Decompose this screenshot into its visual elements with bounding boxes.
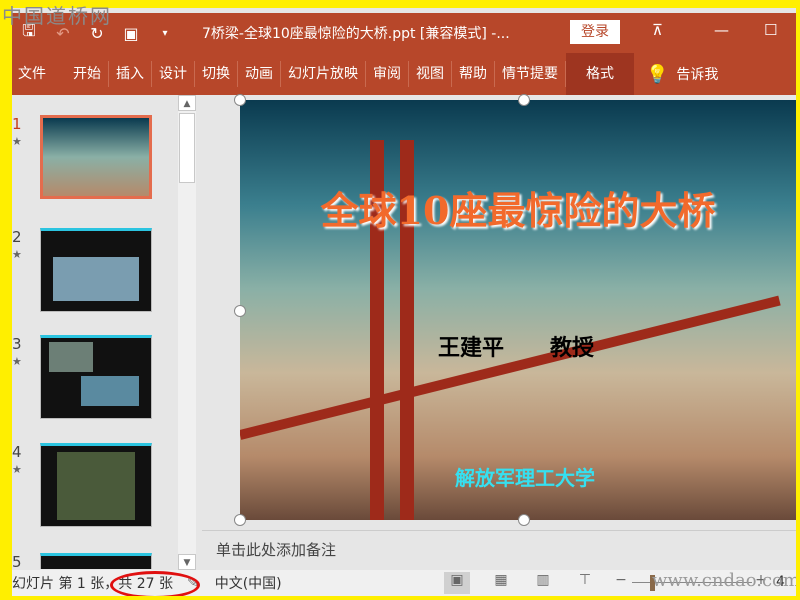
window-title: 7桥梁-全球10座最惊险的大桥.ppt [兼容模式] -... bbox=[202, 26, 510, 42]
star-icon: ★ bbox=[12, 463, 22, 476]
slide-thumbnail bbox=[40, 553, 152, 569]
zoom-out-icon[interactable]: − bbox=[608, 572, 634, 594]
resize-handle[interactable] bbox=[234, 94, 246, 106]
watermark-url: www.cndao.com bbox=[652, 570, 796, 591]
slide-number: 2 bbox=[12, 228, 22, 246]
slide-number: 4 bbox=[12, 443, 22, 461]
tab-storyboard[interactable]: 情节提要 bbox=[495, 61, 566, 87]
slide-number: 3 bbox=[12, 335, 22, 353]
powerpoint-window: 🖫 ↶ ↻ ▣ ▾ 7桥梁-全球10座最惊险的大桥.ppt [兼容模式] -..… bbox=[12, 8, 796, 596]
ribbon-display-icon[interactable]: ⊼ bbox=[652, 21, 663, 39]
status-bar: 幻灯片 第 1 张，共 27 张 ✎ 中文(中国) ▣ ▦ ▥ ⊤ − + 4 … bbox=[12, 570, 796, 596]
slide-thumbnail bbox=[40, 115, 152, 199]
normal-view-icon[interactable]: ▣ bbox=[444, 572, 470, 594]
title-bar: 🖫 ↶ ↻ ▣ ▾ 7桥梁-全球10座最惊险的大桥.ppt [兼容模式] -..… bbox=[12, 13, 796, 53]
slide-author[interactable]: 王建平 bbox=[438, 330, 504, 362]
slide-canvas[interactable]: 全球10座最惊险的大桥 王建平 教授 解放军理工大学 bbox=[240, 100, 796, 520]
tab-file[interactable]: 文件 bbox=[12, 61, 66, 87]
notes-pane[interactable]: 单击此处添加备注 bbox=[202, 530, 796, 570]
tab-animations[interactable]: 动画 bbox=[238, 61, 281, 87]
tab-home[interactable]: 开始 bbox=[66, 61, 109, 87]
ribbon-tabs: 文件 开始 插入 设计 切换 动画 幻灯片放映 审阅 视图 帮助 情节提要 格式… bbox=[12, 53, 796, 95]
slide-organization[interactable]: 解放军理工大学 bbox=[455, 462, 595, 491]
watermark: 中国道桥网 bbox=[2, 4, 112, 28]
minimize-icon[interactable]: — bbox=[714, 21, 729, 39]
scrollbar-thumb[interactable] bbox=[179, 113, 195, 183]
slide-number: 5 bbox=[12, 553, 22, 571]
reading-view-icon[interactable]: ▥ bbox=[530, 572, 556, 594]
resize-handle[interactable] bbox=[234, 514, 246, 526]
highlight-circle bbox=[110, 571, 200, 596]
resize-handle[interactable] bbox=[518, 94, 530, 106]
maximize-icon[interactable]: ☐ bbox=[764, 21, 777, 39]
tab-review[interactable]: 审阅 bbox=[366, 61, 409, 87]
tab-format[interactable]: 格式 bbox=[566, 53, 634, 95]
resize-handle[interactable] bbox=[234, 305, 246, 317]
star-icon: ★ bbox=[12, 248, 22, 261]
scroll-down-icon[interactable]: ▼ bbox=[178, 554, 196, 570]
tell-me-search[interactable]: 告诉我 bbox=[676, 64, 718, 84]
tab-help[interactable]: 帮助 bbox=[452, 61, 495, 87]
slide-thumbnail bbox=[40, 335, 152, 419]
slide-thumbnail-panel: 1 ★ 2 ★ 3 ★ 4 ★ 5 ▲ ▼ bbox=[12, 95, 200, 571]
slide-author-role[interactable]: 教授 bbox=[550, 330, 594, 362]
tab-design[interactable]: 设计 bbox=[152, 61, 195, 87]
bridge-deck bbox=[240, 295, 781, 440]
login-button[interactable]: 登录 bbox=[570, 20, 620, 44]
slide-thumbnail bbox=[40, 228, 152, 312]
slideshow-view-icon[interactable]: ⊤ bbox=[572, 572, 598, 594]
customize-toolbar-icon[interactable]: ▾ bbox=[148, 28, 182, 39]
language-indicator[interactable]: 中文(中国) bbox=[215, 573, 282, 593]
slide-sorter-icon[interactable]: ▦ bbox=[488, 572, 514, 594]
resize-handle[interactable] bbox=[518, 514, 530, 526]
thumbnail-scrollbar[interactable]: ▲ ▼ bbox=[178, 95, 196, 570]
scroll-up-icon[interactable]: ▲ bbox=[178, 95, 196, 111]
tab-view[interactable]: 视图 bbox=[409, 61, 452, 87]
star-icon: ★ bbox=[12, 355, 22, 368]
slide-number: 1 bbox=[12, 115, 22, 133]
slide-title[interactable]: 全球10座最惊险的大桥 bbox=[240, 180, 796, 235]
tab-insert[interactable]: 插入 bbox=[109, 61, 152, 87]
tab-transitions[interactable]: 切换 bbox=[195, 61, 238, 87]
start-slideshow-icon[interactable]: ▣ bbox=[114, 24, 148, 43]
tab-slideshow[interactable]: 幻灯片放映 bbox=[281, 61, 366, 87]
slide-thumbnail bbox=[40, 443, 152, 527]
star-icon: ★ bbox=[12, 135, 22, 148]
lightbulb-icon: 💡 bbox=[646, 63, 669, 85]
